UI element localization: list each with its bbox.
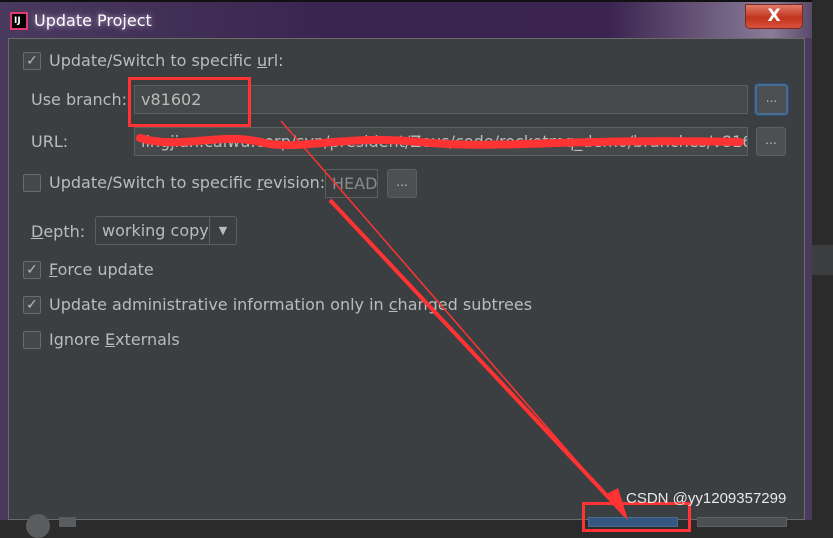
admin-info-checkbox[interactable]: ✓ [23,296,41,314]
settings-icon[interactable] [59,517,76,527]
background-window-strip [812,245,833,275]
depth-label: Depth: [31,222,86,241]
watermark: CSDN @yy1209357299 [626,490,787,507]
depth-value: working copy [102,221,209,240]
url-label: URL: [31,132,69,151]
revision-input[interactable]: HEAD [325,169,378,198]
chevron-down-icon: ▼ [209,217,236,244]
admin-info-label: Update administrative information only i… [49,295,533,314]
title-bar: IJ Update Project X [0,0,812,38]
force-update-checkbox[interactable]: ✓ [23,261,41,279]
url-input[interactable]: lingjian.caiwu.corp/svn/president/Zeus/c… [134,127,748,156]
url-checkbox[interactable]: ✓ [23,52,41,70]
window-title: Update Project [34,11,152,30]
depth-dropdown[interactable]: working copy ▼ [95,216,237,245]
force-update-label: Force update [49,260,154,279]
revision-option-label: Update/Switch to specific revision: [49,173,326,192]
help-icon[interactable] [26,514,50,538]
close-button[interactable]: X [745,4,803,29]
ignore-externals-checkbox[interactable] [23,331,41,349]
intellij-app-icon: IJ [10,12,28,30]
branch-browse-button[interactable]: ... [754,83,789,116]
cancel-button[interactable] [697,517,787,527]
revision-checkbox[interactable] [23,174,41,192]
url-option-label: Update/Switch to specific url: [49,51,284,70]
branch-label: Use branch: [31,90,127,109]
url-browse-button[interactable]: ... [756,127,786,156]
ignore-externals-label: Ignore Externals [49,330,180,349]
revision-browse-button[interactable]: ... [387,169,417,198]
annotation-branch-box [128,77,251,127]
